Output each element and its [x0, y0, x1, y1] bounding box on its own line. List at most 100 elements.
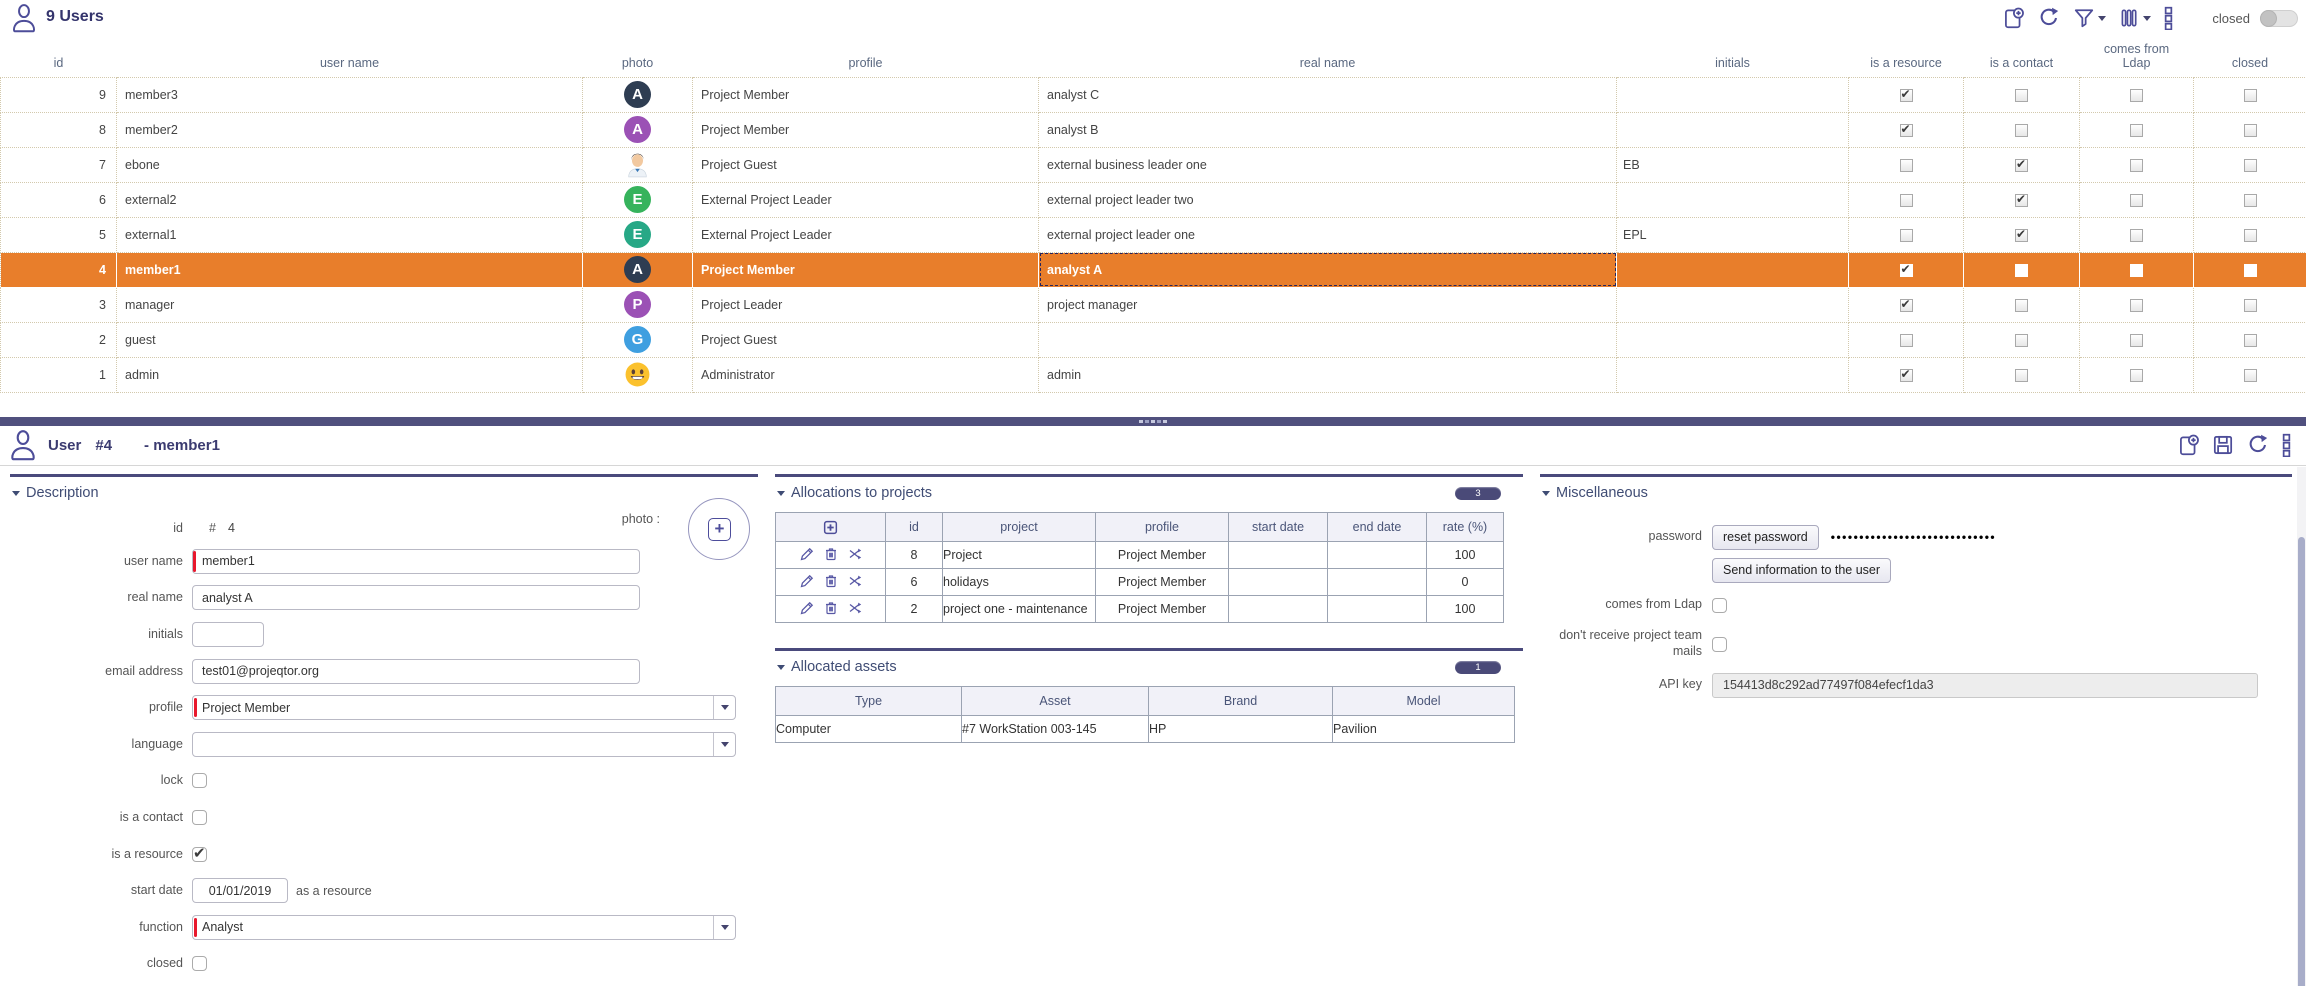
comes-from-ldap-checkbox[interactable] [2130, 299, 2143, 312]
reset-password-button[interactable]: reset password [1712, 525, 1819, 550]
column-header-is-a-contact[interactable]: is a contact [1964, 42, 2080, 77]
add-allocation-button[interactable] [776, 513, 886, 542]
is-a-contact-checkbox[interactable] [2015, 229, 2028, 242]
asset-row[interactable]: Computer #7 WorkStation 003-145 HP Pavil… [776, 716, 1515, 743]
table-row[interactable]: 3 manager P Project Leader project manag… [1, 287, 2306, 322]
closed-checkbox[interactable] [2244, 229, 2257, 242]
no-team-mails-checkbox[interactable] [1712, 637, 1727, 652]
table-row[interactable]: 6 external2 E External Project Leader ex… [1, 182, 2306, 217]
dropdown-arrow[interactable] [713, 733, 735, 756]
is-a-resource-checkbox[interactable] [1900, 299, 1913, 312]
edit-icon[interactable] [799, 546, 815, 562]
section-assets-header[interactable]: Allocated assets 1 [775, 657, 1523, 677]
alloc-col-project[interactable]: project [943, 513, 1096, 542]
alloc-col-end-date[interactable]: end date [1328, 513, 1427, 542]
is-a-contact-checkbox[interactable] [2015, 89, 2028, 102]
comes-from-ldap-checkbox[interactable] [1712, 598, 1727, 613]
comes-from-ldap-checkbox[interactable] [2130, 159, 2143, 172]
column-header-profile[interactable]: profile [693, 42, 1039, 77]
is-a-resource-checkbox[interactable] [1900, 159, 1913, 172]
table-row[interactable]: 2 guest G Project Guest [1, 322, 2306, 357]
is-a-resource-checkbox[interactable] [192, 847, 207, 862]
asset-col-asset[interactable]: Asset [962, 687, 1149, 716]
column-header-initials[interactable]: initials [1617, 42, 1849, 77]
is-a-contact-checkbox[interactable] [2015, 334, 2028, 347]
column-header-user-name[interactable]: user name [117, 42, 583, 77]
filter-button[interactable] [2073, 7, 2106, 29]
start-date-input[interactable] [192, 878, 288, 903]
allocation-row[interactable]: 8 Project Project Member 100 [776, 542, 1504, 569]
alloc-col-profile[interactable]: profile [1096, 513, 1229, 542]
is-a-resource-checkbox[interactable] [1900, 334, 1913, 347]
refresh-icon[interactable] [2246, 433, 2270, 457]
allocation-row[interactable]: 2 project one - maintenance Project Memb… [776, 596, 1504, 623]
new-button[interactable] [2176, 433, 2200, 457]
section-misc-header[interactable]: Miscellaneous [1540, 483, 2292, 503]
asset-col-model[interactable]: Model [1333, 687, 1515, 716]
profile-select[interactable]: Project Member [192, 695, 736, 720]
column-header-comes-from-ldap[interactable]: comes from Ldap [2080, 42, 2194, 77]
column-header-closed[interactable]: closed [2194, 42, 2306, 77]
is-a-contact-checkbox[interactable] [2015, 299, 2028, 312]
is-a-resource-checkbox[interactable] [1900, 194, 1913, 207]
scrollbar-thumb[interactable] [2298, 537, 2305, 986]
closed-checkbox[interactable] [2244, 89, 2257, 102]
table-row[interactable]: 1 admin Administrator admin [1, 357, 2306, 392]
panel-splitter-handle[interactable] [0, 417, 2306, 426]
closed-checkbox[interactable] [2244, 299, 2257, 312]
initials-input[interactable] [192, 622, 264, 647]
is-a-contact-checkbox[interactable] [2015, 159, 2028, 172]
is-a-contact-checkbox[interactable] [192, 810, 207, 825]
function-select[interactable]: Analyst [192, 915, 736, 940]
comes-from-ldap-checkbox[interactable] [2130, 194, 2143, 207]
alloc-col-rate[interactable]: rate (%) [1427, 513, 1504, 542]
delete-icon[interactable] [823, 546, 839, 562]
alloc-col-id[interactable]: id [886, 513, 943, 542]
more-menu-button[interactable] [2163, 6, 2174, 30]
comes-from-ldap-checkbox[interactable] [2130, 229, 2143, 242]
asset-col-type[interactable]: Type [776, 687, 962, 716]
save-button[interactable] [2211, 433, 2235, 457]
columns-button[interactable] [2118, 7, 2151, 29]
edit-icon[interactable] [799, 600, 815, 616]
delete-icon[interactable] [823, 573, 839, 589]
dropdown-arrow[interactable] [713, 696, 735, 719]
send-information-button[interactable]: Send information to the user [1712, 558, 1891, 583]
transfer-icon[interactable] [847, 546, 863, 562]
more-menu-button[interactable] [2281, 433, 2292, 457]
alloc-col-start-date[interactable]: start date [1229, 513, 1328, 542]
detail-scrollbar[interactable] [2297, 467, 2306, 986]
closed-checkbox[interactable] [2244, 194, 2257, 207]
transfer-icon[interactable] [847, 600, 863, 616]
column-header-real-name[interactable]: real name [1039, 42, 1617, 77]
column-header-id[interactable]: id [1, 42, 117, 77]
is-a-contact-checkbox[interactable] [2015, 264, 2028, 277]
comes-from-ldap-checkbox[interactable] [2130, 334, 2143, 347]
comes-from-ldap-checkbox[interactable] [2130, 264, 2143, 277]
is-a-contact-checkbox[interactable] [2015, 124, 2028, 137]
closed-checkbox[interactable] [2244, 264, 2257, 277]
is-a-resource-checkbox[interactable] [1900, 264, 1913, 277]
is-a-contact-checkbox[interactable] [2015, 194, 2028, 207]
comes-from-ldap-checkbox[interactable] [2130, 369, 2143, 382]
column-header-photo[interactable]: photo [583, 42, 693, 77]
new-user-button[interactable] [2001, 6, 2025, 30]
delete-icon[interactable] [823, 600, 839, 616]
closed-checkbox[interactable] [2244, 334, 2257, 347]
table-row[interactable]: 7 ebone Project Guest external business … [1, 147, 2306, 182]
closed-checkbox[interactable] [192, 956, 207, 971]
transfer-icon[interactable] [847, 573, 863, 589]
table-row[interactable]: 8 member2 A Project Member analyst B [1, 112, 2306, 147]
closed-toggle[interactable] [2260, 10, 2298, 27]
is-a-resource-checkbox[interactable] [1900, 369, 1913, 382]
is-a-resource-checkbox[interactable] [1900, 229, 1913, 242]
closed-checkbox[interactable] [2244, 369, 2257, 382]
user-name-input[interactable] [192, 549, 640, 574]
allocation-row[interactable]: 6 holidays Project Member 0 [776, 569, 1504, 596]
column-header-is-a-resource[interactable]: is a resource [1849, 42, 1964, 77]
refresh-icon[interactable] [2037, 6, 2061, 30]
is-a-resource-checkbox[interactable] [1900, 124, 1913, 137]
language-select[interactable] [192, 732, 736, 757]
section-allocations-header[interactable]: Allocations to projects 3 [775, 483, 1523, 503]
is-a-resource-checkbox[interactable] [1900, 89, 1913, 102]
